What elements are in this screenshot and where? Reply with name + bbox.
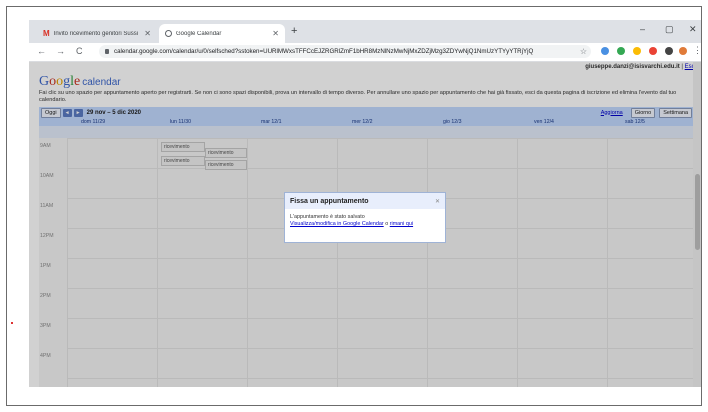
tab-title: Invito ricevimento genitori Sussi <box>53 30 139 37</box>
dialog-title: Fissa un appuntamento <box>290 197 369 205</box>
close-icon[interactable]: ✕ <box>435 198 440 205</box>
dialog-header: Fissa un appuntamento ✕ <box>285 193 445 209</box>
maximize-button[interactable]: ▢ <box>665 24 674 35</box>
avatar[interactable] <box>679 47 687 55</box>
calendar-icon <box>165 30 172 37</box>
dialog-links: Visualizza/modifica in Google Calendar o… <box>290 221 440 228</box>
tab-gmail[interactable]: M Invito ricevimento genitori Sussi ✕ <box>37 24 157 43</box>
close-icon[interactable]: ✕ <box>272 29 279 38</box>
stay-here-link[interactable]: rimani qui <box>390 221 413 227</box>
bookmark-star-icon[interactable]: ☆ <box>580 47 591 56</box>
close-icon[interactable]: ✕ <box>144 29 151 38</box>
tab-strip: M Invito ricevimento genitori Sussi ✕ Go… <box>29 20 701 43</box>
dialog-body: L'appuntamento è stato salvato Visualizz… <box>285 209 445 233</box>
gmail-icon: M <box>43 29 50 38</box>
address-bar-row: ← → C calendar.google.com/calendar/u/0/s… <box>29 43 701 62</box>
forward-button[interactable]: → <box>56 46 65 56</box>
appointment-dialog: Fissa un appuntamento ✕ L'appuntamento è… <box>284 192 446 243</box>
view-edit-link[interactable]: Visualizza/modifica in Google Calendar <box>290 221 384 227</box>
tab-title: Google Calendar <box>176 30 222 37</box>
back-button[interactable]: ← <box>37 46 46 56</box>
address-bar[interactable]: calendar.google.com/calendar/u/0/selfsch… <box>99 45 591 58</box>
close-window-button[interactable]: ✕ <box>689 24 697 35</box>
tab-google-calendar[interactable]: Google Calendar ✕ <box>159 24 285 43</box>
new-tab-button[interactable]: + <box>291 25 297 37</box>
reload-button[interactable]: C <box>76 46 83 56</box>
puzzle-icon[interactable] <box>665 47 673 55</box>
extension-icon[interactable] <box>601 47 609 55</box>
extension-icon[interactable] <box>633 47 641 55</box>
minimize-button[interactable]: – <box>640 24 645 34</box>
menu-icon[interactable]: ⋮ <box>693 45 701 56</box>
lock-icon <box>105 49 109 54</box>
extension-icon[interactable] <box>649 47 657 55</box>
red-marker <box>11 322 13 324</box>
dialog-message: L'appuntamento è stato salvato <box>290 214 365 220</box>
extension-icon[interactable] <box>617 47 625 55</box>
url-text: calendar.google.com/calendar/u/0/selfsch… <box>114 48 534 55</box>
